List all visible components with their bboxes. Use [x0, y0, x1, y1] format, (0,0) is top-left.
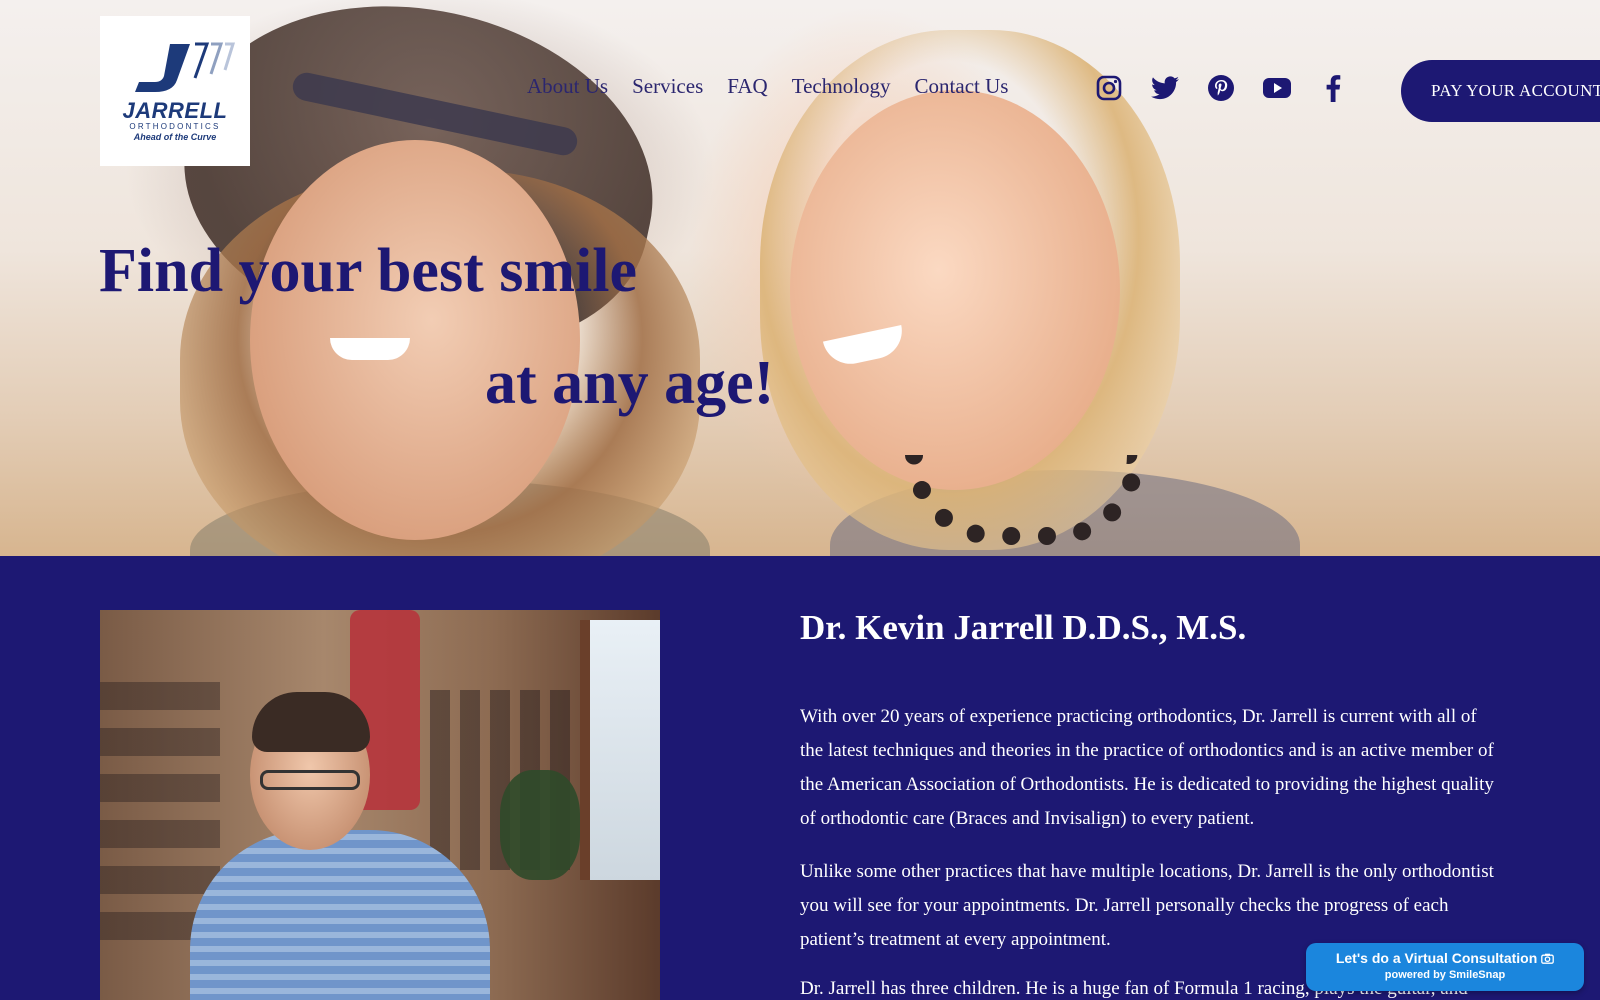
photo-detail — [260, 770, 360, 790]
twitter-icon[interactable] — [1150, 72, 1180, 104]
consultation-powered-by: powered by SmileSnap — [1384, 969, 1506, 981]
about-paragraph-1: With over 20 years of experience practic… — [800, 706, 1494, 829]
nav-contact-us[interactable]: Contact Us — [915, 74, 1009, 99]
nav-services[interactable]: Services — [632, 74, 703, 99]
logo-name: JARRELL — [122, 97, 228, 123]
hero-photo-detail — [330, 338, 410, 360]
camera-icon — [1541, 950, 1555, 966]
about-paragraph-2: Unlike some other practices that have mu… — [800, 861, 1494, 950]
hero-photo-detail — [250, 140, 580, 540]
hero-headline-line2: at any age! — [485, 349, 775, 417]
nav-technology[interactable]: Technology — [792, 74, 891, 99]
consultation-label: Let's do a Virtual Consultation — [1335, 950, 1538, 966]
social-links — [1094, 72, 1348, 104]
site-logo[interactable]: JARRELL ORTHODONTICS Ahead of the Curve — [100, 16, 250, 166]
main-nav: About Us Services FAQ Technology Contact… — [527, 74, 1032, 99]
facebook-icon[interactable] — [1318, 72, 1348, 104]
youtube-icon[interactable] — [1262, 72, 1292, 104]
consultation-label-row: Let's do a Virtual Consultation — [1306, 949, 1584, 967]
logo-swoosh-icon — [135, 42, 235, 92]
nav-about-us[interactable]: About Us — [527, 74, 608, 99]
instagram-icon[interactable] — [1094, 72, 1124, 104]
hero-headline-line1: Find your best smile — [99, 237, 637, 305]
photo-detail — [190, 830, 490, 1000]
pay-account-button[interactable]: PAY YOUR ACCOUNT — [1401, 60, 1600, 122]
doctor-title: Dr. Kevin Jarrell D.D.S., M.S. — [800, 608, 1247, 647]
doctor-photo — [100, 610, 660, 1000]
pinterest-icon[interactable] — [1206, 72, 1236, 104]
logo-tagline: Ahead of the Curve — [133, 131, 217, 142]
logo-subtitle: ORTHODONTICS — [129, 121, 221, 131]
hero-photo-detail — [790, 90, 1120, 490]
photo-detail — [580, 620, 660, 880]
nav-faq[interactable]: FAQ — [727, 74, 767, 99]
virtual-consultation-button[interactable]: Let's do a Virtual Consultation powered … — [1306, 943, 1584, 991]
photo-detail — [252, 692, 370, 752]
photo-detail — [500, 770, 580, 880]
